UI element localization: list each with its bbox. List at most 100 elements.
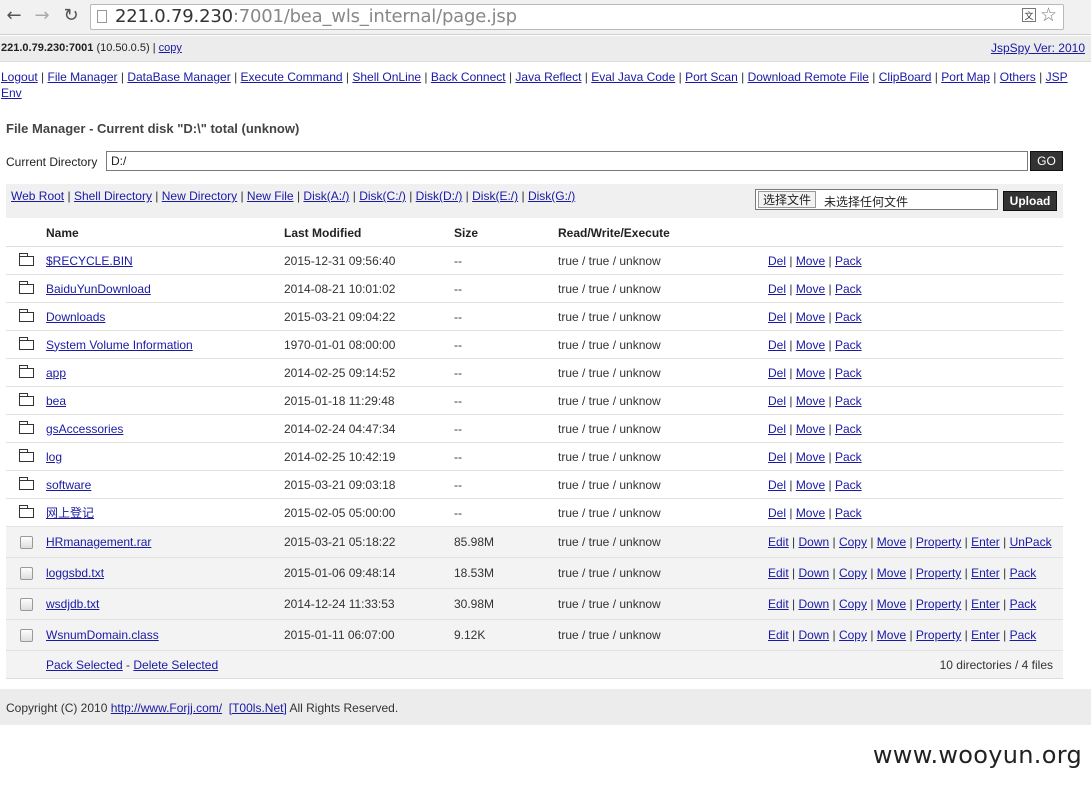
menu-link-back-connect[interactable]: Back Connect xyxy=(431,70,506,84)
action-down[interactable]: Down xyxy=(798,535,829,549)
file-link[interactable]: WsnumDomain.class xyxy=(46,628,159,642)
action-pack[interactable]: Pack xyxy=(835,478,862,492)
action-down[interactable]: Down xyxy=(798,628,829,642)
action-del[interactable]: Del xyxy=(768,506,786,520)
action-del[interactable]: Del xyxy=(768,282,786,296)
menu-link-java-reflect[interactable]: Java Reflect xyxy=(515,70,581,84)
file-checkbox[interactable] xyxy=(19,629,33,643)
toolbar-link-disk-d[interactable]: Disk(D:/) xyxy=(416,189,463,203)
action-property[interactable]: Property xyxy=(916,535,961,549)
action-down[interactable]: Down xyxy=(798,566,829,580)
forward-icon[interactable]: → xyxy=(31,5,53,27)
menu-link-execute-command[interactable]: Execute Command xyxy=(241,70,343,84)
menu-link-port-scan[interactable]: Port Scan xyxy=(685,70,738,84)
action-move[interactable]: Move xyxy=(796,506,825,520)
action-pack[interactable]: Pack xyxy=(835,450,862,464)
action-del[interactable]: Del xyxy=(768,450,786,464)
toolbar-link-disk-g[interactable]: Disk(G:/) xyxy=(528,189,575,203)
menu-link-database-manager[interactable]: DataBase Manager xyxy=(127,70,230,84)
directory-link[interactable]: log xyxy=(46,450,62,464)
action-pack[interactable]: Pack xyxy=(835,310,862,324)
choose-file-button[interactable]: 选择文件 xyxy=(758,191,817,208)
action-edit[interactable]: Edit xyxy=(768,628,789,642)
file-checkbox[interactable] xyxy=(19,598,33,612)
action-move[interactable]: Move xyxy=(796,422,825,436)
directory-link[interactable]: software xyxy=(46,478,91,492)
menu-link-file-manager[interactable]: File Manager xyxy=(48,70,118,84)
directory-link[interactable]: $RECYCLE.BIN xyxy=(46,254,133,268)
action-property[interactable]: Property xyxy=(916,566,961,580)
menu-link-eval-java-code[interactable]: Eval Java Code xyxy=(591,70,675,84)
action-pack[interactable]: Pack xyxy=(835,254,862,268)
action-pack[interactable]: Pack xyxy=(1010,597,1037,611)
directory-link[interactable]: app xyxy=(46,366,66,380)
directory-link[interactable]: BaiduYunDownload xyxy=(46,282,151,296)
file-upload-input[interactable]: 选择文件 未选择任何文件 xyxy=(755,189,998,210)
current-directory-input[interactable]: D:/ xyxy=(106,151,1028,171)
action-move[interactable]: Move xyxy=(877,535,906,549)
file-checkbox[interactable] xyxy=(19,536,33,550)
action-enter[interactable]: Enter xyxy=(971,566,1000,580)
action-edit[interactable]: Edit xyxy=(768,535,789,549)
directory-link[interactable]: gsAccessories xyxy=(46,422,123,436)
menu-link-others[interactable]: Others xyxy=(1000,70,1036,84)
action-move[interactable]: Move xyxy=(877,597,906,611)
action-property[interactable]: Property xyxy=(916,597,961,611)
action-del[interactable]: Del xyxy=(768,478,786,492)
action-enter[interactable]: Enter xyxy=(971,535,1000,549)
action-move[interactable]: Move xyxy=(796,394,825,408)
action-move[interactable]: Move xyxy=(796,310,825,324)
copy-link[interactable]: copy xyxy=(159,42,182,54)
action-move[interactable]: Move xyxy=(796,366,825,380)
back-icon[interactable]: ← xyxy=(3,5,25,27)
action-copy[interactable]: Copy xyxy=(839,566,867,580)
file-checkbox[interactable] xyxy=(19,567,33,581)
menu-link-port-map[interactable]: Port Map xyxy=(941,70,990,84)
directory-link[interactable]: System Volume Information xyxy=(46,338,193,352)
action-move[interactable]: Move xyxy=(796,338,825,352)
action-enter[interactable]: Enter xyxy=(971,628,1000,642)
action-pack[interactable]: Pack xyxy=(1010,566,1037,580)
action-move[interactable]: Move xyxy=(877,566,906,580)
toolbar-link-disk-c[interactable]: Disk(C:/) xyxy=(359,189,406,203)
action-move[interactable]: Move xyxy=(796,450,825,464)
translate-icon[interactable]: 文 xyxy=(1022,8,1036,22)
action-move[interactable]: Move xyxy=(796,478,825,492)
action-pack[interactable]: Pack xyxy=(835,394,862,408)
action-del[interactable]: Del xyxy=(768,338,786,352)
delete-selected-link[interactable]: Delete Selected xyxy=(133,658,218,672)
action-move[interactable]: Move xyxy=(877,628,906,642)
action-move[interactable]: Move xyxy=(796,282,825,296)
toolbar-link-web-root[interactable]: Web Root xyxy=(11,189,64,203)
action-pack[interactable]: Pack xyxy=(835,338,862,352)
action-move[interactable]: Move xyxy=(796,254,825,268)
version-link[interactable]: JspSpy Ver: 2010 xyxy=(991,41,1085,55)
file-link[interactable]: wsdjdb.txt xyxy=(46,597,99,611)
address-bar[interactable]: 221.0.79.230:7001/bea_wls_internal/page.… xyxy=(90,4,1064,30)
directory-link[interactable]: bea xyxy=(46,394,66,408)
menu-link-clipboard[interactable]: ClipBoard xyxy=(879,70,932,84)
go-button[interactable]: GO xyxy=(1030,151,1063,171)
toolbar-link-new-file[interactable]: New File xyxy=(247,189,294,203)
action-property[interactable]: Property xyxy=(916,628,961,642)
action-del[interactable]: Del xyxy=(768,310,786,324)
forjj-link[interactable]: http://www.Forjj.com/ xyxy=(111,701,222,715)
upload-button[interactable]: Upload xyxy=(1003,191,1057,211)
action-copy[interactable]: Copy xyxy=(839,628,867,642)
file-link[interactable]: loggsbd.txt xyxy=(46,566,104,580)
toolbar-link-disk-e[interactable]: Disk(E:/) xyxy=(472,189,518,203)
toolbar-link-new-directory[interactable]: New Directory xyxy=(162,189,237,203)
action-copy[interactable]: Copy xyxy=(839,597,867,611)
action-unpack[interactable]: UnPack xyxy=(1010,535,1052,549)
menu-link-download-remote-file[interactable]: Download Remote File xyxy=(748,70,869,84)
action-del[interactable]: Del xyxy=(768,366,786,380)
address-url[interactable]: 221.0.79.230:7001/bea_wls_internal/page.… xyxy=(115,6,517,27)
directory-link[interactable]: 网上登记 xyxy=(46,506,94,520)
action-pack[interactable]: Pack xyxy=(835,282,862,296)
action-del[interactable]: Del xyxy=(768,422,786,436)
action-enter[interactable]: Enter xyxy=(971,597,1000,611)
action-del[interactable]: Del xyxy=(768,254,786,268)
action-del[interactable]: Del xyxy=(768,394,786,408)
action-edit[interactable]: Edit xyxy=(768,597,789,611)
action-pack[interactable]: Pack xyxy=(835,422,862,436)
